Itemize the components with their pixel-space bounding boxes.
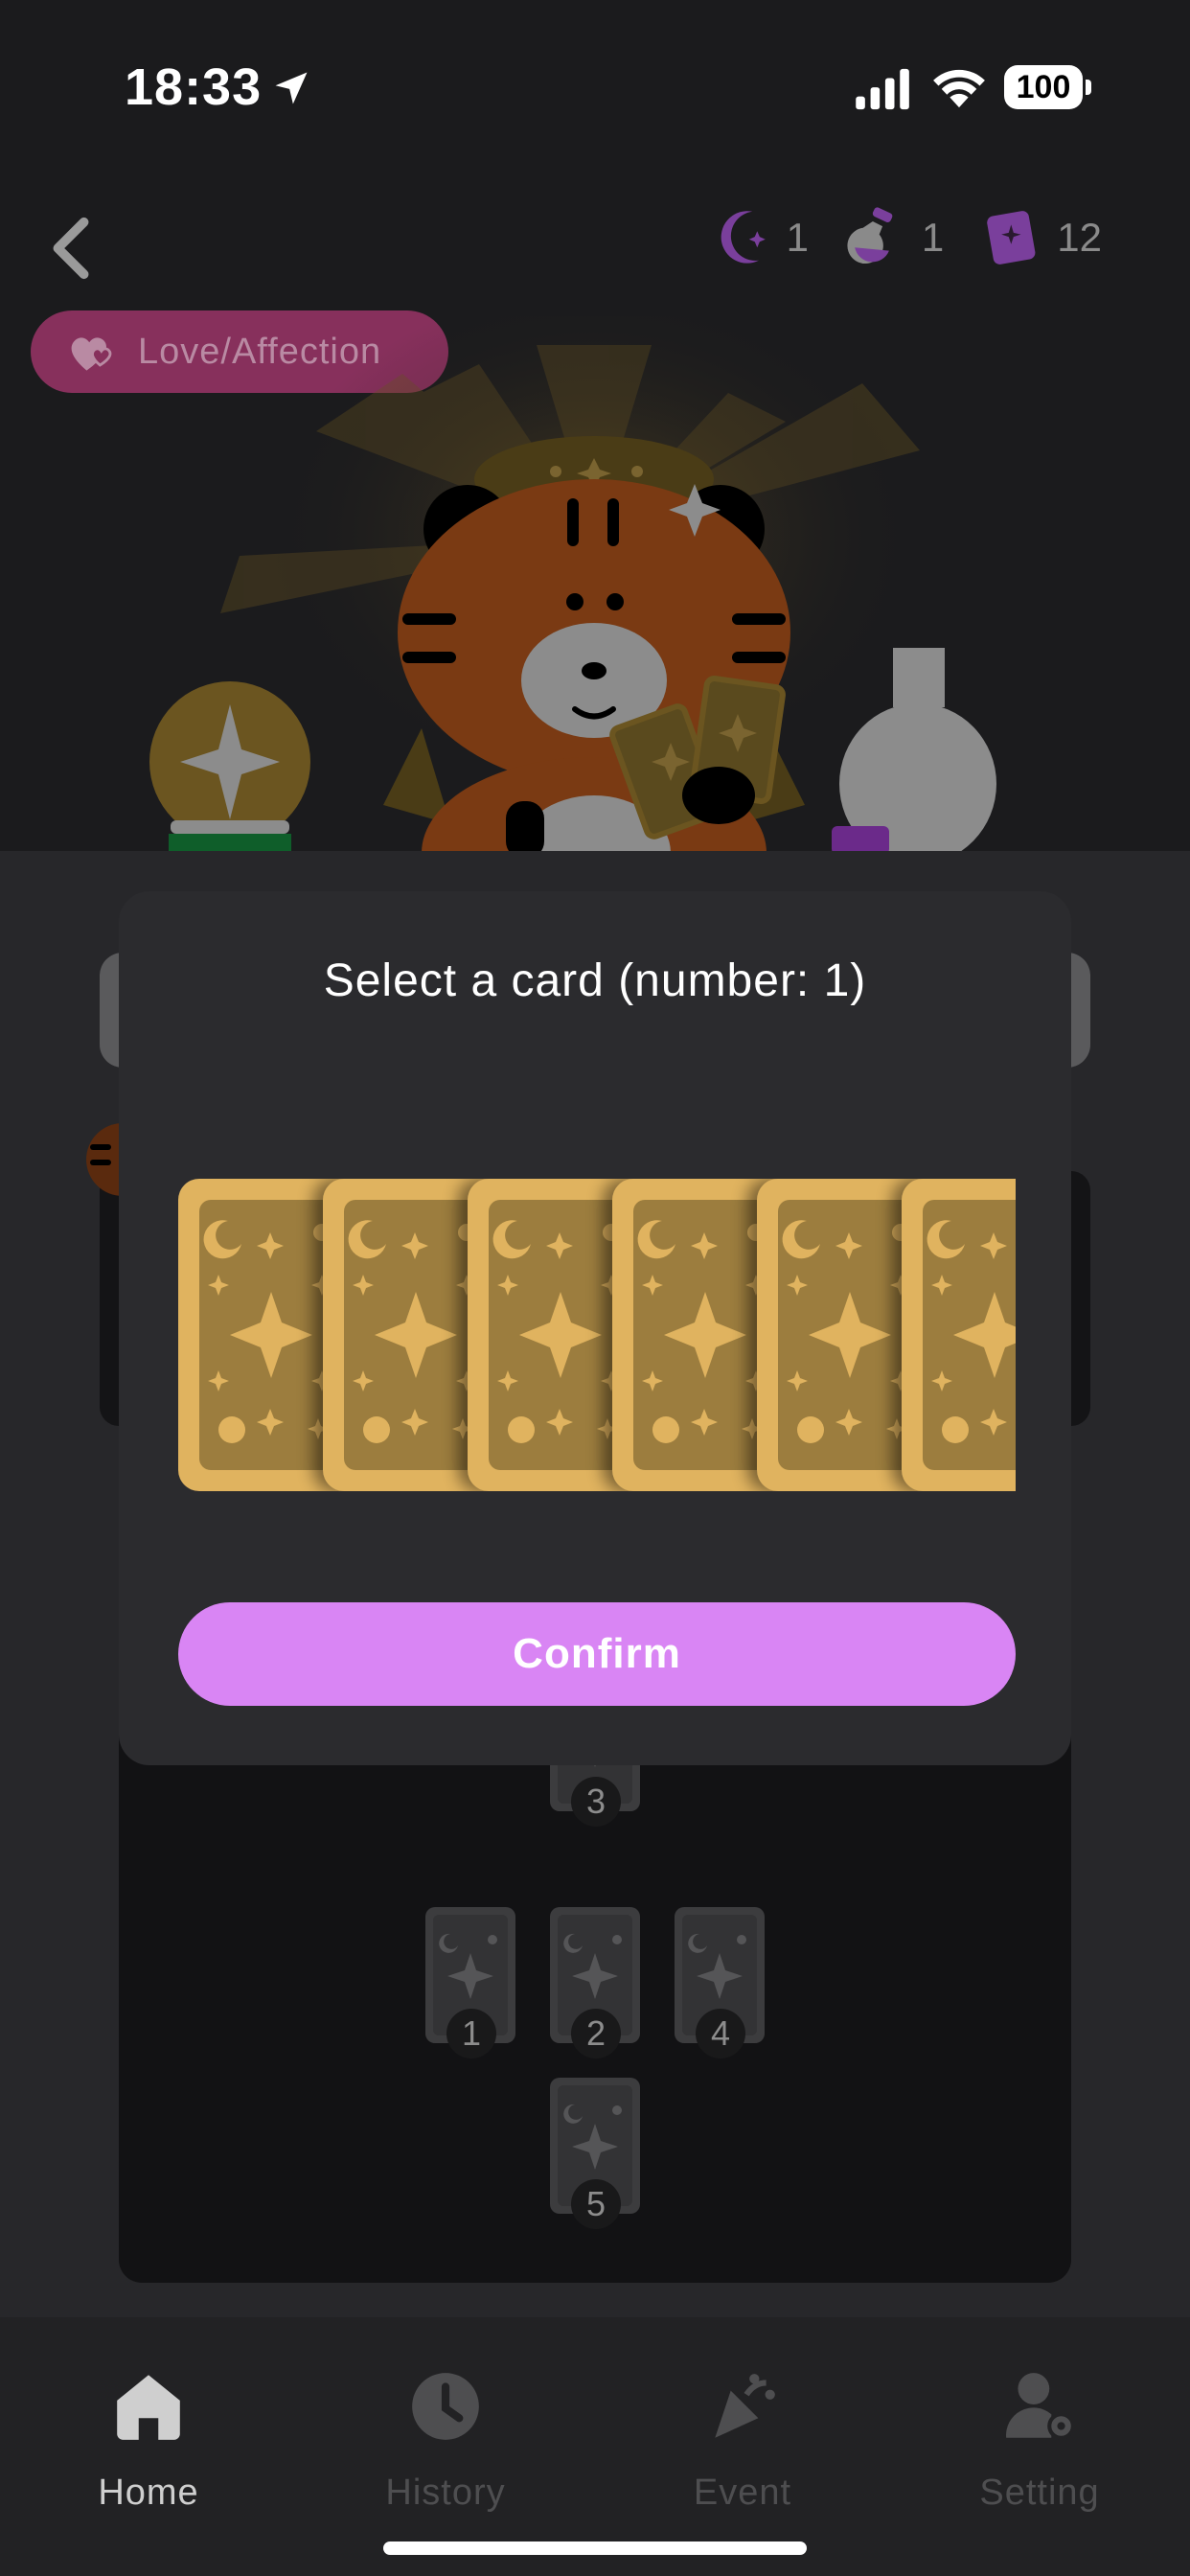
tab-home[interactable]: Home — [0, 2367, 297, 2514]
battery-indicator: 100 — [1004, 65, 1091, 109]
home-indicator — [383, 2542, 807, 2555]
tab-label: Setting — [979, 2472, 1100, 2513]
tab-event[interactable]: Event — [594, 2367, 891, 2514]
slot-number: 5 — [571, 2179, 621, 2229]
modal-title: Select a card (number: 1) — [323, 955, 867, 1006]
tab-setting[interactable]: Setting — [891, 2367, 1188, 2514]
tiger-peek-icon — [86, 1123, 123, 1196]
fortune-teller-tiger-illustration — [149, 316, 996, 853]
user-gear-icon — [1006, 2373, 1075, 2440]
spread-slot-1[interactable]: 1 — [423, 1905, 517, 2058]
spread-layout-panel: 3 1 2 4 5 — [119, 1675, 1071, 2283]
cellular-signal-icon — [856, 68, 909, 110]
potion-count: 1 — [921, 215, 945, 260]
tarot-card-6[interactable] — [902, 1179, 1016, 1491]
card-back-icon — [902, 1179, 1016, 1491]
resource-counters: 1 1 12 — [710, 205, 1102, 270]
spread-slot-5[interactable]: 5 — [548, 2076, 642, 2229]
spellbook-icon — [987, 211, 1036, 264]
back-button[interactable] — [42, 215, 100, 282]
status-bar: 18:33 100 — [0, 0, 1190, 182]
clock-icon — [412, 2373, 479, 2440]
tab-label: Home — [98, 2472, 199, 2513]
moon-count: 1 — [786, 215, 809, 260]
bottom-tab-bar: Home History Event Setting — [0, 2317, 1190, 2576]
slot-number: 3 — [571, 1777, 621, 1827]
location-arrow-icon — [275, 72, 308, 104]
status-time: 18:33 — [125, 58, 263, 116]
confirm-button[interactable]: Confirm — [178, 1602, 1016, 1706]
party-popper-icon — [715, 2374, 775, 2438]
home-icon — [117, 2375, 180, 2440]
tab-history[interactable]: History — [297, 2367, 594, 2514]
spread-slot-2[interactable]: 2 — [548, 1905, 642, 2058]
slot-number: 2 — [571, 2009, 621, 2058]
moon-icon — [721, 211, 766, 264]
tab-label: History — [385, 2472, 506, 2513]
spellbook-count: 12 — [1057, 215, 1102, 260]
potion-icon — [847, 207, 893, 264]
slot-number: 1 — [446, 2009, 496, 2058]
select-card-modal: Select a card (number: 1) Confirm — [119, 891, 1071, 1765]
spellbook-resource[interactable]: 12 — [980, 205, 1102, 270]
slot-number: 4 — [696, 2009, 745, 2058]
potion-resource[interactable]: 1 — [845, 205, 944, 270]
wifi-icon — [933, 69, 985, 108]
card-carousel[interactable] — [178, 1179, 1016, 1491]
spread-slot-4[interactable]: 4 — [673, 1905, 767, 2058]
moon-resource[interactable]: 1 — [710, 205, 809, 270]
tab-label: Event — [693, 2472, 792, 2513]
